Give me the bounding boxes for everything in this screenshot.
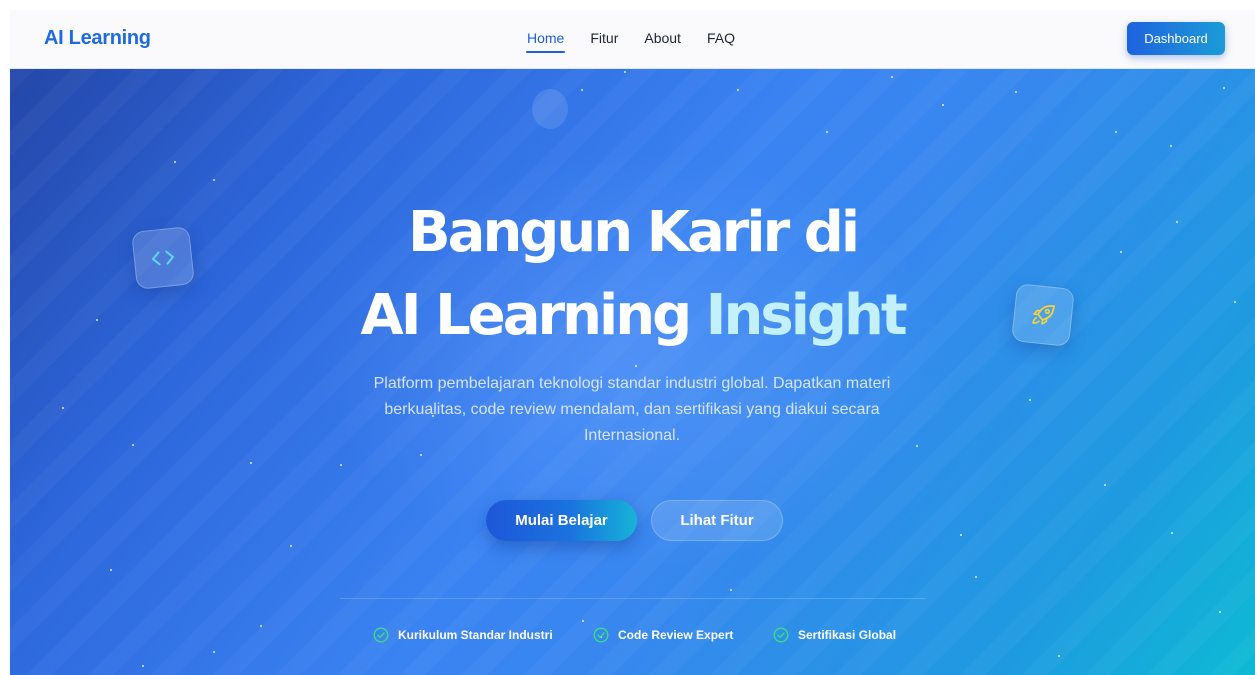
star: [110, 569, 112, 571]
feature-highlights: Kurikulum Standar Industri Code Review E…: [10, 627, 1255, 647]
star: [635, 365, 637, 367]
hero-subtitle: Platform pembelajaran teknologi standar …: [373, 375, 891, 444]
decorative-bubble: [532, 89, 568, 129]
star: [942, 104, 944, 106]
feature-label: Sertifikasi Global: [798, 628, 897, 642]
star: [290, 545, 292, 547]
feature-item-code-review: Code Review Expert: [593, 627, 733, 643]
star: [132, 444, 134, 446]
star: [62, 407, 64, 409]
star: [624, 71, 626, 73]
hero-title-line-2: AI Learning Insight: [10, 288, 1255, 344]
check-circle-icon: [593, 627, 609, 643]
check-circle-icon: [373, 627, 389, 643]
dashboard-button[interactable]: Dashboard: [1127, 22, 1225, 55]
hero-title-main: AI Learning: [360, 283, 692, 348]
star: [1219, 611, 1221, 613]
nav-link-faq[interactable]: FAQ: [707, 30, 735, 46]
star: [730, 589, 732, 591]
star: [174, 161, 176, 163]
page-frame: AI Learning Home Fitur About FAQ Dashboa…: [10, 10, 1255, 675]
start-learning-button[interactable]: Mulai Belajar: [486, 500, 637, 541]
hero-divider: [340, 598, 926, 599]
star: [1115, 131, 1117, 133]
hero-title-accent: Insight: [705, 283, 908, 348]
star: [975, 576, 977, 578]
star: [582, 620, 584, 622]
feature-label: Code Review Expert: [618, 628, 734, 642]
star: [826, 131, 828, 133]
check-circle-icon: [773, 627, 789, 643]
star: [960, 534, 962, 536]
star: [581, 89, 583, 91]
star: [142, 665, 144, 667]
hero-title-line-1: Bangun Karir di: [407, 200, 860, 265]
feature-item-curriculum: Kurikulum Standar Industri: [373, 627, 553, 643]
star: [737, 89, 739, 91]
star: [250, 462, 252, 464]
star: [213, 179, 215, 181]
star: [1029, 399, 1031, 401]
star: [1171, 532, 1173, 534]
view-features-button[interactable]: Lihat Fitur: [651, 500, 783, 541]
hero-section: Bangun Karir di AI Learning Insight Plat…: [10, 69, 1255, 675]
nav-link-home[interactable]: Home: [525, 30, 566, 53]
star: [1104, 484, 1106, 486]
star: [1223, 87, 1225, 89]
nav-link-fitur[interactable]: Fitur: [590, 30, 618, 46]
star: [1170, 145, 1172, 147]
brand-logo[interactable]: AI Learning: [44, 27, 151, 50]
star: [340, 464, 342, 466]
star: [213, 651, 215, 653]
star: [891, 76, 893, 78]
star: [1015, 91, 1017, 93]
top-navbar: AI Learning Home Fitur About FAQ Dashboa…: [10, 10, 1255, 69]
star: [420, 454, 422, 456]
feature-item-certification: Sertifikasi Global: [773, 627, 896, 643]
nav-links: Home Fitur About FAQ: [525, 30, 761, 53]
feature-label: Kurikulum Standar Industri: [398, 628, 553, 642]
nav-link-about[interactable]: About: [644, 30, 681, 46]
star: [1058, 655, 1060, 657]
